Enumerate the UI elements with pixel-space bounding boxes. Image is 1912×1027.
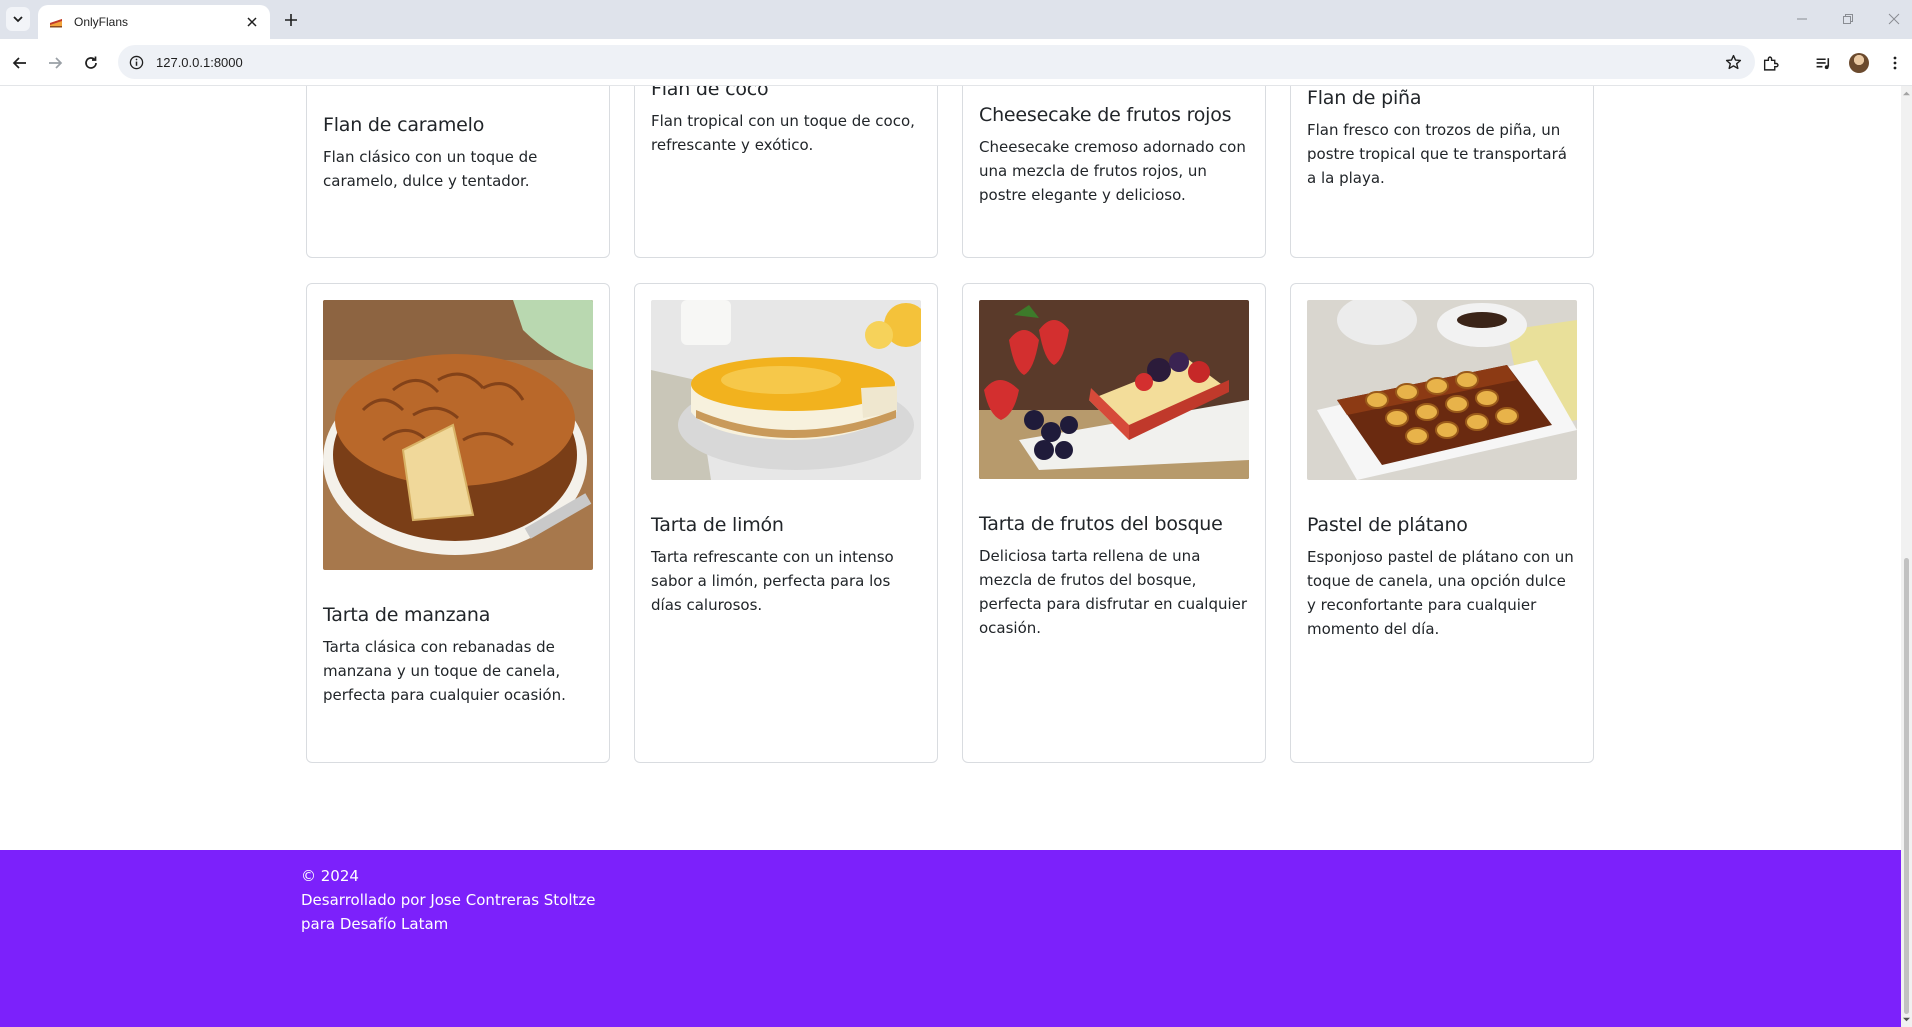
scrollbar-thumb[interactable] [1904,558,1909,1014]
tab-title: OnlyFlans [74,15,129,29]
scroll-down-arrow-icon[interactable] [1903,1016,1910,1023]
berry-tart-image [979,300,1249,479]
product-card[interactable]: Cheesecake de frutos rojos Cheesecake cr… [962,86,1266,258]
card-title: Pastel de plátano [1307,514,1468,536]
product-card[interactable]: Tarta de frutos del bosque Deliciosa tar… [962,283,1266,763]
reload-icon [85,56,97,69]
card-description: Flan tropical con un toque de coco, refr… [651,112,915,154]
footer-credit: Desarrollado por Jose Contreras Stoltze [301,891,596,909]
card-description: Flan clásico con un toque de caramelo, d… [323,148,538,190]
card-title: Tarta de manzana [323,604,491,626]
puzzle-icon [1763,56,1779,71]
restore-icon [1843,14,1853,24]
card-description: Deliciosa tarta rellena de una mezcla de… [979,547,1248,637]
playlist-icon [1816,57,1829,69]
minimize-button[interactable] [1790,8,1814,30]
footer-copyright: © 2024 [301,867,359,885]
close-icon [247,17,257,27]
info-icon [129,55,143,69]
product-card[interactable]: Flan de coco Flan tropical con un toque … [634,86,938,258]
browser-tab[interactable]: OnlyFlans [38,5,270,39]
product-card[interactable]: Tarta de manzana Tarta clásica con reban… [306,283,610,763]
card-description: Tarta clásica con rebanadas de manzana y… [323,638,566,704]
plus-icon [285,14,297,26]
product-card[interactable]: Tarta de limón Tarta refrescante con un … [634,283,938,763]
minimize-icon [1797,18,1807,20]
close-window-button[interactable] [1882,8,1906,30]
card-title: Flan de coco [651,86,769,100]
site-footer: © 2024 Desarrollado por Jose Contreras S… [0,850,1901,1027]
card-description: Flan fresco con trozos de piña, un postr… [1307,121,1567,187]
tab-close-button[interactable] [244,14,260,30]
address-bar[interactable]: 127.0.0.1:8000 [118,45,1755,79]
card-description: Cheesecake cremoso adornado con una mezc… [979,138,1246,204]
tab-search-button[interactable] [6,7,30,31]
page-viewport: Flan de caramelo Flan clásico con un toq… [0,86,1901,1027]
browser-toolbar: 127.0.0.1:8000 [0,39,1912,86]
card-title: Flan de caramelo [323,114,485,136]
product-card[interactable]: Flan de caramelo Flan clásico con un toq… [306,86,610,258]
arrow-left-icon [12,57,26,69]
cake-favicon-icon [50,19,62,28]
apple-tart-image [323,300,593,570]
restore-button[interactable] [1836,8,1860,30]
new-tab-button[interactable] [280,9,302,31]
forward-button[interactable] [43,51,67,75]
extensions-button[interactable] [1758,51,1782,75]
profile-button[interactable] [1847,51,1871,75]
banana-cake-image [1307,300,1577,480]
avatar [1849,53,1869,73]
media-controls-button[interactable] [1811,51,1835,75]
lemon-tart-image [651,300,921,480]
card-description: Esponjoso pastel de plátano con un toque… [1307,548,1574,638]
browser-tabstrip: OnlyFlans [0,0,1912,39]
card-description: Tarta refrescante con un intenso sabor a… [651,548,894,614]
chevron-down-icon [13,16,23,23]
card-title: Tarta de limón [651,514,784,536]
card-title: Cheesecake de frutos rojos [979,104,1232,126]
url-text: 127.0.0.1:8000 [156,54,243,70]
card-title: Tarta de frutos del bosque [979,513,1223,535]
page-scrollbar[interactable] [1901,86,1912,1027]
star-icon [1725,54,1741,69]
footer-credit-org: para Desafío Latam [301,915,449,933]
arrow-right-icon [49,57,63,69]
product-card[interactable]: Pastel de plátano Esponjoso pastel de pl… [1290,283,1594,763]
close-icon [1888,13,1900,25]
back-button[interactable] [8,51,32,75]
more-vertical-icon [1893,56,1897,70]
bookmark-button[interactable] [1723,52,1743,72]
product-card[interactable]: Flan de piña Flan fresco con trozos de p… [1290,86,1594,258]
reload-button[interactable] [79,51,103,75]
scroll-up-arrow-icon[interactable] [1903,90,1910,97]
browser-menu-button[interactable] [1883,51,1907,75]
site-info-button[interactable] [128,54,144,70]
card-title: Flan de piña [1307,87,1422,109]
